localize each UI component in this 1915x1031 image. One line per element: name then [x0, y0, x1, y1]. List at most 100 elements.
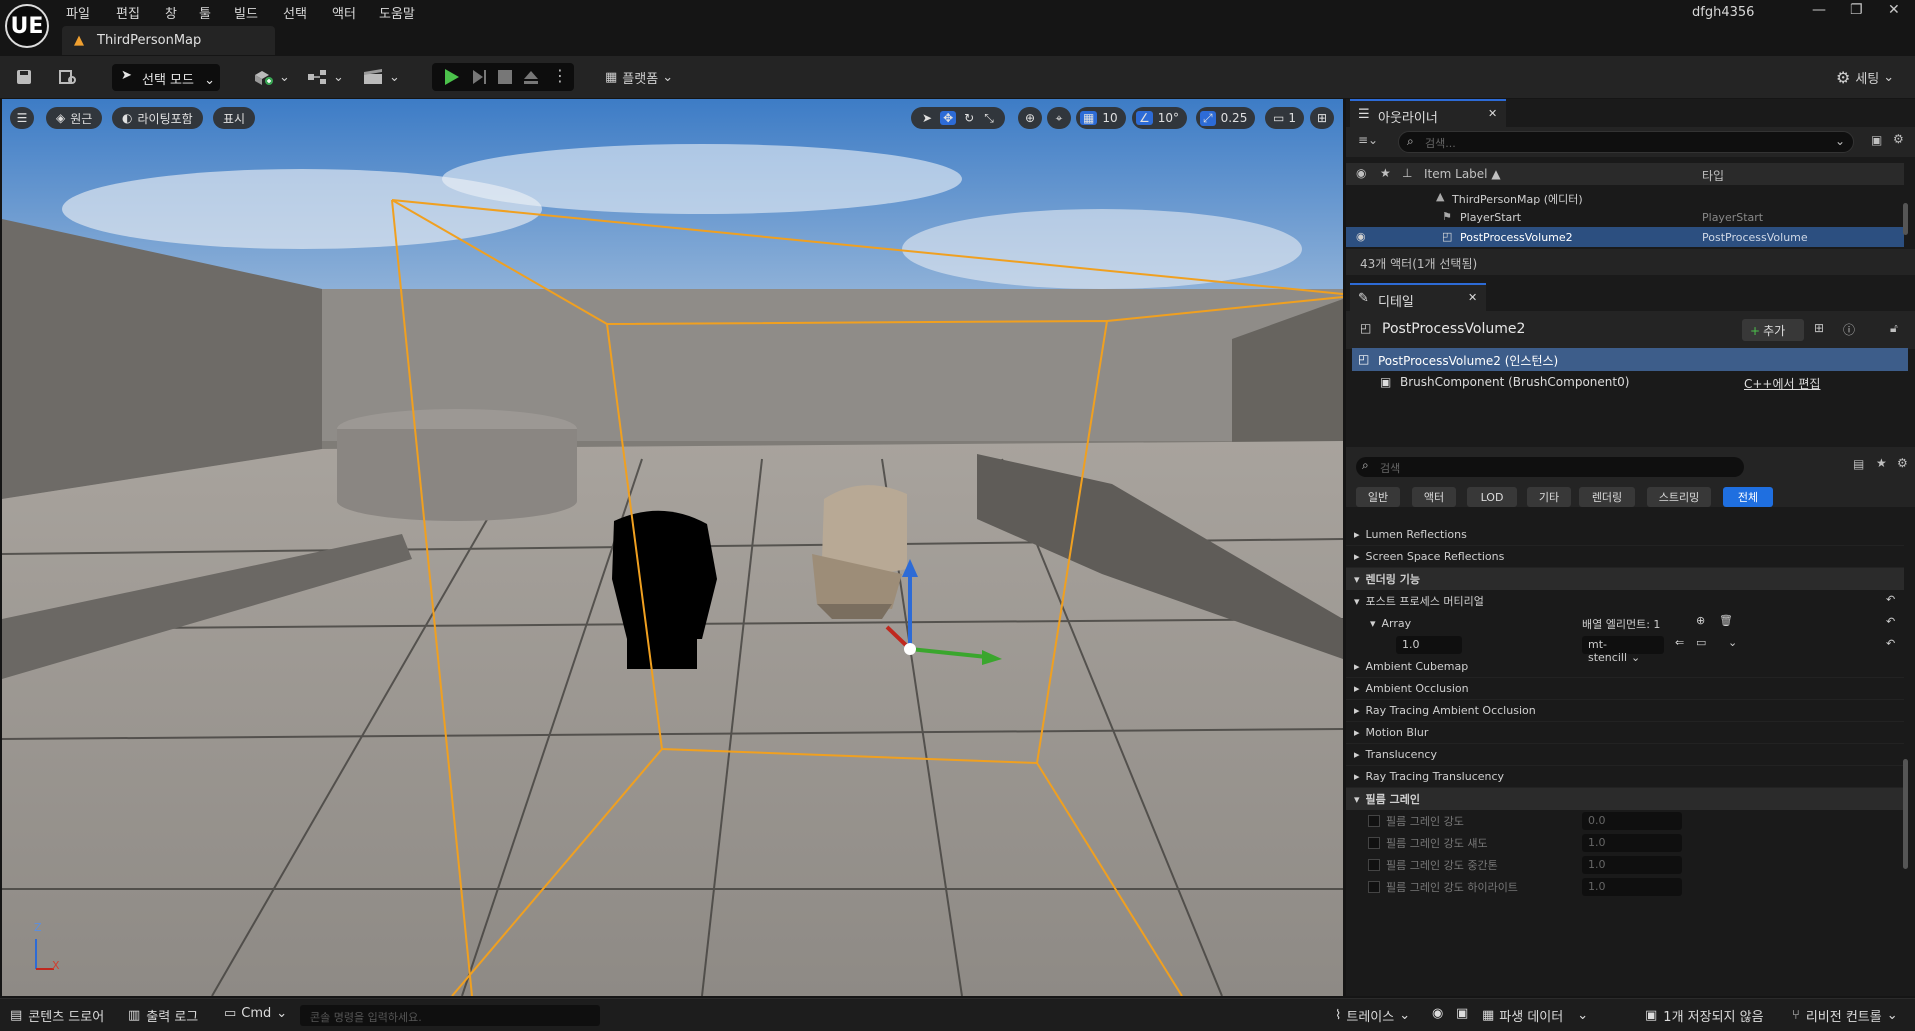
platforms-button[interactable]: ▦ 플랫폼 ⌄: [605, 64, 673, 90]
value-input[interactable]: 1.0: [1582, 834, 1682, 852]
star-icon[interactable]: ★: [1876, 456, 1887, 470]
add-actor-icon[interactable]: ⌄: [252, 64, 290, 90]
property-row[interactable]: 필름 그레인 강도 중간톤 1.0: [1346, 854, 1904, 876]
unreal-logo[interactable]: UE: [5, 4, 49, 48]
rotate-tool-icon[interactable]: ↻: [964, 111, 974, 125]
cmd-dropdown[interactable]: ▭ Cmd ⌄: [224, 1006, 287, 1021]
property-category[interactable]: ▾ 렌더링 기능: [1346, 568, 1904, 590]
rotation-snap-button[interactable]: ∠ 10°: [1132, 107, 1188, 129]
help-icon[interactable]: ⓘ: [1843, 321, 1855, 338]
browse-icon[interactable]: ▭: [1696, 636, 1706, 649]
eye-icon[interactable]: ◉: [1356, 230, 1366, 243]
lock-icon[interactable]: 🔓︎: [1890, 321, 1898, 336]
component-row[interactable]: ▣ BrushComponent (BrushComponent0) C++에서…: [1352, 371, 1908, 394]
property-category[interactable]: ▸ Lumen Reflections: [1346, 524, 1904, 546]
outliner-row[interactable]: ⚑ PlayerStart PlayerStart: [1346, 207, 1904, 227]
browse-icon[interactable]: [58, 64, 78, 90]
map-tab[interactable]: ▲ ThirdPersonMap: [62, 26, 275, 55]
menu-tools[interactable]: 툴: [199, 3, 211, 22]
filter-misc[interactable]: 기타: [1527, 487, 1571, 507]
menu-build[interactable]: 빌드: [234, 3, 258, 22]
maximize-button[interactable]: ❐: [1850, 2, 1863, 18]
component-row-selected[interactable]: ◰ PostProcessVolume2 (인스턴스): [1352, 348, 1908, 371]
menu-window[interactable]: 창: [165, 3, 177, 22]
stop-icon[interactable]: [496, 68, 514, 89]
chevron-down-icon[interactable]: ⌄: [1728, 636, 1737, 649]
eye-icon[interactable]: ◉: [1356, 166, 1366, 180]
view-mode-button[interactable]: ◐ 라이팅포함: [112, 107, 203, 129]
property-category[interactable]: ▸ Ambient Occlusion: [1346, 678, 1904, 700]
grid-snap-button[interactable]: ▦ 10: [1076, 107, 1126, 129]
play-icon[interactable]: [442, 68, 460, 89]
trash-icon[interactable]: 🗑︎: [1719, 614, 1733, 627]
type-header[interactable]: 타입: [1702, 167, 1724, 184]
pin-icon[interactable]: ⊥: [1402, 166, 1412, 180]
close-window-button[interactable]: ✕: [1888, 2, 1900, 18]
property-row[interactable]: 필름 그레인 강도 0.0: [1346, 810, 1904, 832]
outliner-scrollbar[interactable]: [1903, 203, 1908, 235]
blueprint-icon[interactable]: ⊞: [1814, 321, 1824, 335]
reset-icon[interactable]: ↶: [1886, 593, 1895, 606]
property-row[interactable]: ▾ 포스트 프로세스 머티리얼 ↶: [1346, 590, 1904, 612]
details-scrollbar[interactable]: [1903, 759, 1908, 869]
show-button[interactable]: 표시: [213, 107, 256, 129]
selection-mode-dropdown[interactable]: ➤ 선택 모드 ⌄: [112, 64, 220, 91]
checkbox[interactable]: [1368, 837, 1380, 849]
record-icon[interactable]: ◉: [1432, 1006, 1443, 1021]
outliner-row[interactable]: ▲ ThirdPersonMap (에디터): [1346, 187, 1904, 207]
menu-actor[interactable]: 액터: [332, 3, 356, 22]
outliner-row-selected[interactable]: ◉ ◰ PostProcessVolume2 PostProcessVolume: [1346, 227, 1904, 247]
material-dropdown[interactable]: mt-stencill ⌄: [1582, 636, 1664, 664]
translate-tool-icon[interactable]: ✥: [940, 111, 957, 125]
surface-snap-button[interactable]: ⌖: [1047, 107, 1071, 129]
eject-icon[interactable]: [522, 68, 540, 89]
perspective-button[interactable]: ◈ 원근: [46, 107, 103, 129]
details-tab[interactable]: ✎ 디테일 ✕: [1350, 283, 1486, 311]
select-tool-icon[interactable]: ➤: [922, 111, 932, 125]
weight-input[interactable]: 1.0: [1396, 636, 1462, 654]
menu-select[interactable]: 선택: [283, 3, 307, 22]
value-input[interactable]: 1.0: [1582, 856, 1682, 874]
cinematics-icon[interactable]: ⌄: [362, 64, 400, 90]
property-category[interactable]: ▾ 필름 그레인: [1346, 788, 1904, 810]
unsaved-button[interactable]: ▣ 1개 저장되지 않음: [1645, 1006, 1764, 1025]
property-row[interactable]: 필름 그레인 강도 하이라이트 1.0: [1346, 876, 1904, 898]
add-component-button[interactable]: + 추가: [1742, 319, 1804, 341]
value-input[interactable]: 1.0: [1582, 878, 1682, 896]
details-search-input[interactable]: ⌕ 검색: [1356, 457, 1744, 477]
step-icon[interactable]: [470, 68, 488, 89]
menu-edit[interactable]: 편집: [116, 3, 140, 22]
close-icon[interactable]: ✕: [1468, 291, 1477, 304]
outliner-search-input[interactable]: ⌕ 검색... ⌄: [1398, 131, 1854, 153]
reset-icon[interactable]: ↶: [1886, 637, 1895, 650]
outliner-tab[interactable]: ☰ 아웃라이너 ✕: [1350, 99, 1506, 127]
more-options-icon[interactable]: ⋮: [552, 66, 568, 85]
level-viewport[interactable]: Z X ☰ ◈ 원근 ◐ 라이팅포함 표시 ➤ ✥ ↻ ⤡ ⊕ ⌖ ▦ 10 ∠ 10°…: [2, 99, 1343, 996]
value-input[interactable]: 0.0: [1582, 812, 1682, 830]
scale-snap-button[interactable]: ⤢ 0.25: [1196, 107, 1256, 129]
console-input[interactable]: 콘솔 명령을 입력하세요.: [300, 1005, 600, 1026]
close-icon[interactable]: ✕: [1488, 107, 1497, 120]
property-category[interactable]: ▸ Ray Tracing Translucency: [1346, 766, 1904, 788]
checkbox[interactable]: [1368, 881, 1380, 893]
gear-icon[interactable]: ⚙: [1893, 132, 1904, 146]
layout-button[interactable]: ⊞: [1310, 107, 1334, 129]
camera-speed-button[interactable]: ▭ 1: [1265, 107, 1304, 129]
minimize-button[interactable]: —: [1812, 2, 1826, 18]
property-row[interactable]: ▾ Array 배열 엘리먼트: 1 ⊕ 🗑︎ ↶: [1346, 612, 1904, 634]
item-label-header[interactable]: Item Label ▲: [1424, 167, 1501, 181]
checkbox[interactable]: [1368, 815, 1380, 827]
edit-in-cpp-link[interactable]: C++에서 편집: [1744, 375, 1820, 392]
property-category[interactable]: ▸ Motion Blur: [1346, 722, 1904, 744]
trace-button[interactable]: ⌇ 트레이스 ⌄: [1335, 1006, 1410, 1025]
add-folder-icon[interactable]: ▣: [1871, 133, 1882, 147]
gear-icon[interactable]: ⚙: [1897, 456, 1908, 470]
filter-icon[interactable]: ≡⌄: [1358, 133, 1378, 147]
scale-tool-icon[interactable]: ⤡: [984, 111, 994, 126]
filter-general[interactable]: 일반: [1356, 487, 1400, 507]
blueprint-icon[interactable]: ⌄: [306, 64, 344, 90]
revision-control-button[interactable]: ⑂ 리비전 컨트롤 ⌄: [1792, 1006, 1898, 1025]
filter-actor[interactable]: 액터: [1412, 487, 1456, 507]
menu-file[interactable]: 파일: [66, 3, 90, 22]
checkbox[interactable]: [1368, 859, 1380, 871]
